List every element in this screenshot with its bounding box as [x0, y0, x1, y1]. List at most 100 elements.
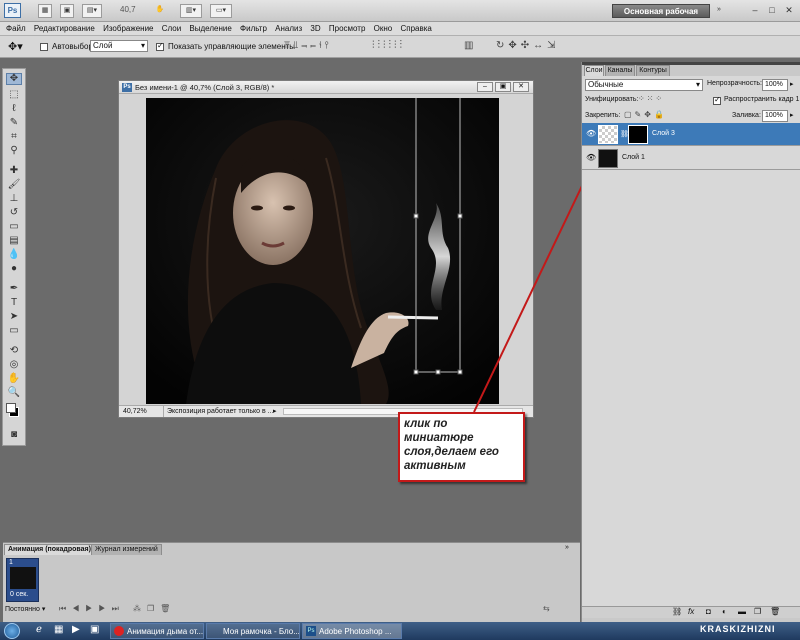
arrange-documents-icon[interactable]: ▥▾ [180, 4, 202, 18]
animation-frame[interactable]: 1 0 сек. [6, 558, 39, 602]
autoselect-checkbox[interactable] [40, 42, 48, 51]
bridge-icon[interactable]: ▦ [38, 4, 52, 18]
clone-stamp-tool-icon[interactable]: ⊥ [6, 193, 22, 205]
healing-brush-tool-icon[interactable]: ✚ [6, 165, 22, 177]
quick-select-tool-icon[interactable]: ✎ [6, 117, 22, 129]
show-controls-checkbox[interactable] [156, 42, 164, 51]
loop-dropdown[interactable]: Постоянно ▾ [5, 605, 45, 613]
hand-tool-icon-2[interactable]: ✋ [6, 373, 22, 385]
type-tool-icon[interactable]: T [6, 297, 22, 309]
tab-measurement-log[interactable]: Журнал измерений [91, 544, 162, 555]
visibility-eye-icon[interactable]: 👁 [586, 129, 596, 139]
menu-3d[interactable]: 3D [307, 22, 323, 35]
auto-align-icon[interactable]: ▥ [464, 40, 476, 51]
move-tool-icon[interactable]: ✥ [6, 73, 22, 85]
workspace-button[interactable]: Основная рабочая среда [612, 4, 710, 30]
menu-analysis[interactable]: Анализ [272, 22, 305, 35]
layer-row-selected[interactable]: 👁 ⛓ Слой 3 [582, 123, 800, 146]
eraser-tool-icon[interactable]: ▭ [6, 221, 22, 233]
status-menu-arrow[interactable]: ▸ [273, 406, 277, 417]
move-tool-preset-icon[interactable]: ✥▾ [8, 40, 23, 53]
blend-mode-dropdown[interactable]: Обычные ▾ [585, 79, 703, 91]
menu-select[interactable]: Выделение [186, 22, 234, 35]
playback-controls[interactable]: ⏮◀▶▶⏭ [59, 604, 125, 614]
fill-input[interactable]: 100% [762, 110, 788, 122]
eyedropper-tool-icon[interactable]: ⚲ [6, 145, 22, 157]
photoshop-taskbar-icon[interactable]: ▣ [90, 624, 99, 635]
menu-layer[interactable]: Слои [159, 22, 184, 35]
menu-edit[interactable]: Редактирование [31, 22, 98, 35]
mini-bridge-icon[interactable]: ▣ [60, 4, 74, 18]
trash-icon[interactable]: 🗑 [770, 607, 780, 616]
mask-icon[interactable]: ◘ [706, 607, 711, 616]
doc-restore-button[interactable]: ▣ [495, 82, 511, 92]
hand-tool-icon[interactable]: ✋ [150, 4, 170, 18]
autoselect-dropdown[interactable]: Слой ▾ [90, 40, 148, 52]
doc-close-button[interactable]: ✕ [513, 82, 529, 92]
view-extras-icon[interactable]: ▤▾ [82, 4, 102, 18]
adjustment-icon[interactable]: ◐ [722, 607, 727, 616]
gradient-tool-icon[interactable]: ▤ [6, 235, 22, 247]
3d-mode-icons[interactable]: ↻✥✣↔⇲ [496, 40, 560, 51]
tab-layers[interactable]: Слои [584, 65, 604, 76]
task-photoshop[interactable]: Adobe Photoshop ... [302, 623, 402, 639]
ie-icon[interactable]: ℯ [36, 624, 42, 635]
tab-paths[interactable]: Контуры [636, 65, 670, 76]
layer-thumbnail[interactable] [598, 125, 618, 144]
layer-row[interactable]: 👁 Слой 1 [582, 147, 800, 170]
propagate-checkbox[interactable] [713, 96, 721, 105]
3d-orbit-tool-icon[interactable]: ◎ [6, 359, 22, 371]
panel-collapse-icon[interactable]: » [565, 544, 569, 551]
zoom-status[interactable]: 40,72% [123, 406, 147, 417]
close-button[interactable]: ✕ [782, 4, 796, 17]
lock-icons[interactable]: ▢✎✥🔒 [624, 110, 667, 119]
history-brush-tool-icon[interactable]: ↺ [6, 207, 22, 219]
background-color-swatch[interactable] [6, 403, 16, 413]
menu-window[interactable]: Окно [371, 22, 396, 35]
unify-icons[interactable]: ⁘⁙⁘ [638, 94, 664, 103]
opacity-input[interactable]: 100% [762, 79, 788, 91]
pen-tool-icon[interactable]: ✒ [6, 283, 22, 295]
layer-thumbnail[interactable] [598, 149, 618, 168]
media-player-icon[interactable]: ▶ [72, 624, 80, 635]
menu-view[interactable]: Просмотр [326, 22, 369, 35]
shape-tool-icon[interactable]: ▭ [6, 325, 22, 337]
folder-icon[interactable]: ▬ [738, 607, 746, 616]
document-titlebar[interactable]: Ps Без имени-1 @ 40,7% (Слой 3, RGB/8) *… [119, 81, 533, 94]
opacity-arrow-icon[interactable]: ▸ [790, 80, 794, 88]
fill-arrow-icon[interactable]: ▸ [790, 111, 794, 119]
zoom-level[interactable]: 40,7 [120, 5, 142, 14]
layer-name[interactable]: Слой 1 [622, 154, 645, 161]
explorer-icon[interactable]: ▦ [54, 624, 63, 635]
quick-mask-icon[interactable]: ◙ [6, 429, 22, 441]
frame-delay[interactable]: 0 сек. [10, 591, 28, 598]
crop-tool-icon[interactable]: ⌗ [6, 131, 22, 143]
workspace-menu-icon[interactable]: » [714, 4, 724, 18]
task-opera-frame[interactable]: Моя рамочка - Бло... [206, 623, 300, 639]
screen-mode-icon[interactable]: ▭▾ [210, 4, 232, 18]
link-icon[interactable]: ⛓ [672, 607, 682, 616]
align-buttons-icon[interactable]: ⫪⫫⫬⫭⫮⫯ [284, 40, 332, 51]
start-button[interactable] [4, 623, 20, 639]
layer-name[interactable]: Слой 3 [652, 130, 675, 137]
tab-channels[interactable]: Каналы [605, 65, 635, 76]
frame-actions-icons[interactable]: ⁂❐🗑 [133, 604, 176, 613]
path-select-tool-icon[interactable]: ➤ [6, 311, 22, 323]
zoom-tool-icon[interactable]: 🔍 [6, 387, 22, 399]
blur-tool-icon[interactable]: 💧 [6, 249, 22, 261]
timeline-toggle-icon[interactable]: ⇆ [543, 604, 550, 613]
maximize-button[interactable]: □ [765, 4, 779, 17]
layer-mask-thumbnail[interactable] [628, 125, 648, 144]
dodge-tool-icon[interactable]: ● [6, 263, 22, 275]
doc-minimize-button[interactable]: – [477, 82, 493, 92]
tab-animation[interactable]: Анимация (покадровая) [4, 544, 95, 555]
marquee-tool-icon[interactable]: ⬚ [6, 89, 22, 101]
menu-filter[interactable]: Фильтр [237, 22, 270, 35]
menu-image[interactable]: Изображение [100, 22, 156, 35]
visibility-eye-icon[interactable]: 👁 [586, 153, 596, 163]
lasso-tool-icon[interactable]: ℓ [6, 103, 22, 115]
fx-icon[interactable]: fx [688, 607, 694, 616]
menu-help[interactable]: Справка [397, 22, 434, 35]
menu-file[interactable]: Файл [0, 22, 29, 35]
minimize-button[interactable]: – [748, 4, 762, 17]
